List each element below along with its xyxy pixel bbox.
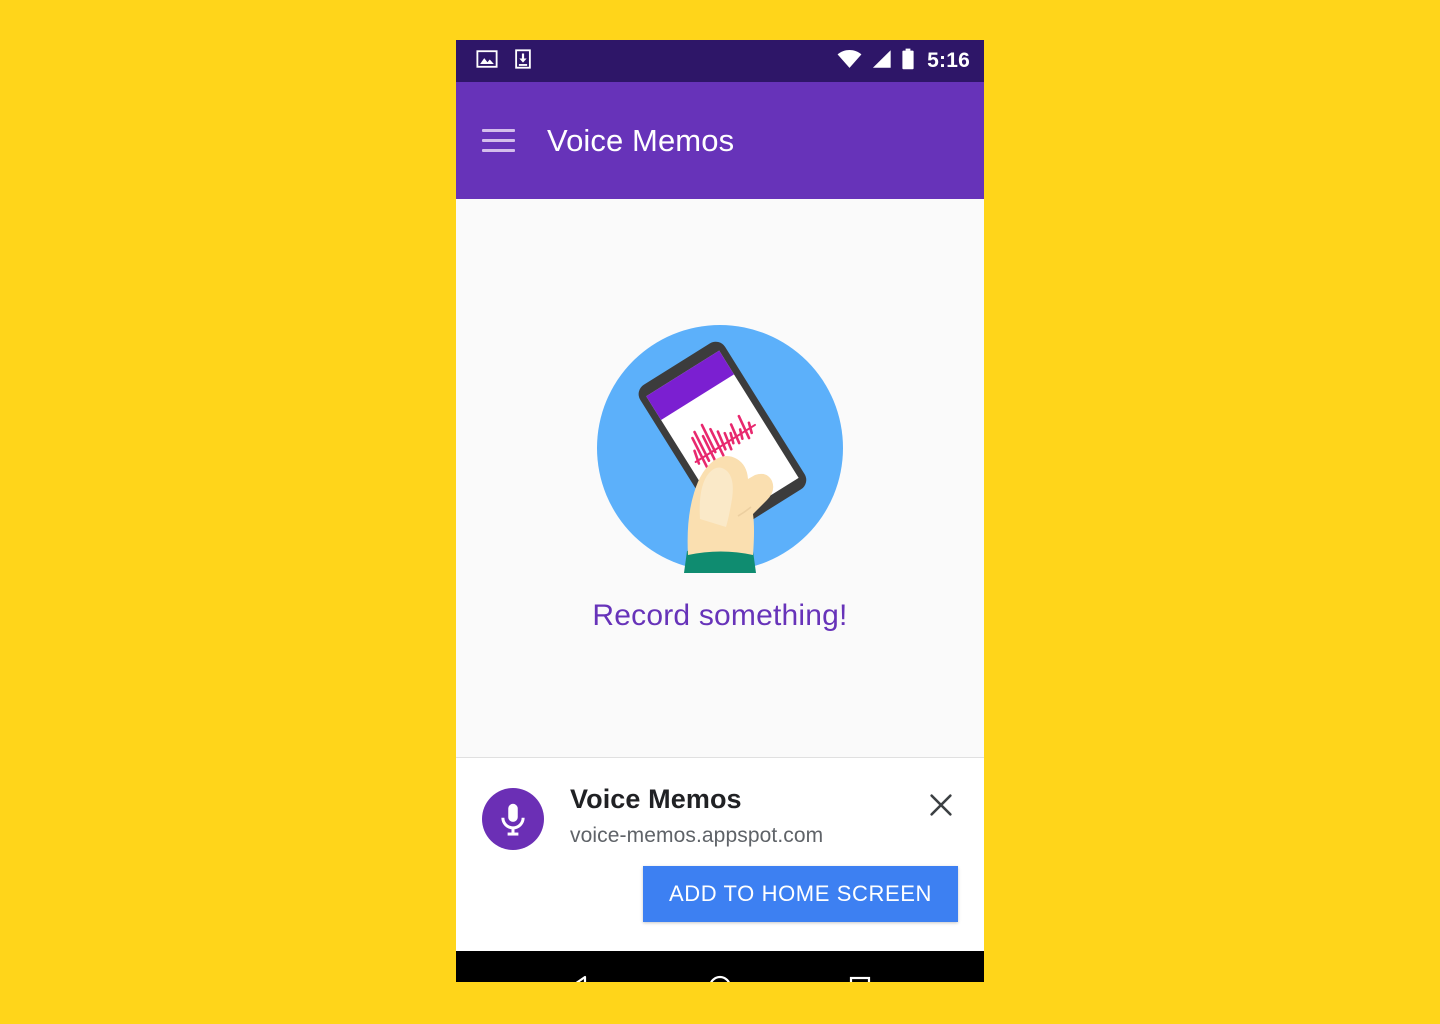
- recents-button[interactable]: [828, 955, 892, 982]
- menu-line: [482, 139, 515, 142]
- triangle-back-icon: [575, 975, 587, 982]
- download-icon: [512, 48, 534, 75]
- back-button[interactable]: [548, 955, 612, 982]
- banner-text-block: Voice Memos voice-memos.appspot.com: [570, 784, 924, 848]
- screenshot-image-icon: [476, 48, 498, 75]
- menu-line: [482, 129, 515, 132]
- close-x-icon[interactable]: [924, 788, 958, 822]
- app-bar: Voice Memos: [456, 82, 984, 199]
- cellular-signal-icon: [871, 49, 892, 74]
- banner-header: Voice Memos voice-memos.appspot.com: [482, 784, 958, 850]
- main-content: Record something!: [456, 199, 984, 757]
- hand-holding-phone-recording-illustration: [597, 325, 843, 573]
- battery-icon: [901, 48, 915, 75]
- circle-home-icon: [709, 975, 731, 982]
- menu-line: [482, 149, 515, 152]
- banner-app-name: Voice Memos: [570, 784, 742, 814]
- add-to-home-screen-banner: Voice Memos voice-memos.appspot.com ADD …: [456, 757, 984, 951]
- status-bar: 5:16: [456, 40, 984, 82]
- banner-actions: ADD TO HOME SCREEN: [482, 866, 958, 922]
- add-to-home-screen-button[interactable]: ADD TO HOME SCREEN: [642, 866, 958, 922]
- android-navigation-bar: [456, 951, 984, 982]
- status-bar-system-icons: 5:16: [837, 48, 970, 75]
- phone-device-frame: 5:16 Voice Memos Record something! Voice…: [456, 40, 984, 982]
- microphone-icon: [482, 788, 544, 850]
- app-title: Voice Memos: [547, 122, 735, 158]
- empty-state-message: Record something!: [592, 599, 848, 632]
- banner-url: voice-memos.appspot.com: [570, 823, 824, 847]
- status-bar-notifications: [476, 48, 534, 75]
- wifi-icon: [837, 49, 862, 74]
- hamburger-menu-icon[interactable]: [482, 119, 526, 163]
- square-recents-icon: [849, 976, 871, 982]
- home-button[interactable]: [688, 955, 752, 982]
- status-bar-clock: 5:16: [927, 49, 970, 72]
